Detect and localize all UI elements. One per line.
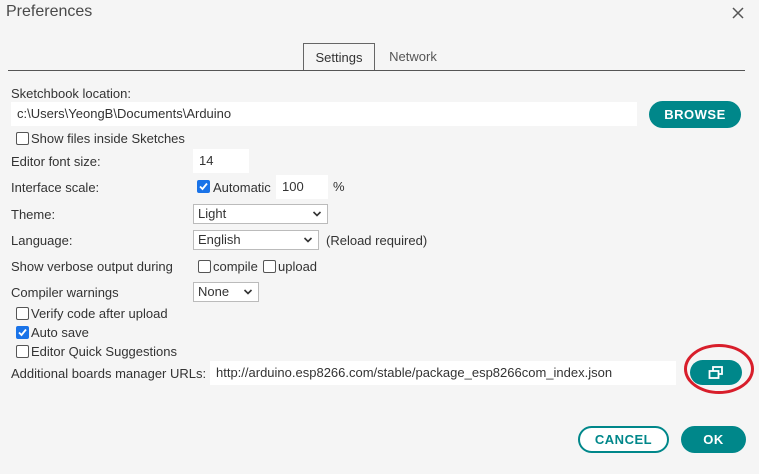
verbose-upload-checkbox[interactable] (263, 260, 276, 273)
sketchbook-location-input[interactable]: c:\Users\YeongB\Documents\Arduino (11, 102, 637, 126)
show-files-checkbox[interactable] (16, 132, 29, 145)
theme-select[interactable]: Light (193, 204, 328, 224)
close-icon (732, 7, 744, 19)
tab-network[interactable]: Network (378, 43, 448, 71)
editor-font-size-input[interactable]: 14 (193, 149, 249, 173)
interface-scale-input[interactable]: 100 (276, 175, 328, 199)
check-icon (199, 182, 208, 191)
highlight-ring (684, 344, 754, 394)
verbose-upload-label: upload (278, 259, 318, 274)
check-icon (18, 328, 27, 337)
boards-manager-urls-label: Additional boards manager URLs: (11, 366, 207, 381)
show-files-label: Show files inside Sketches (31, 131, 185, 146)
sketchbook-location-label: Sketchbook location: (11, 86, 131, 101)
chevron-down-icon (312, 211, 322, 217)
verbose-compile-label: compile (213, 259, 258, 274)
interface-scale-label: Interface scale: (11, 180, 100, 195)
close-button[interactable] (728, 3, 748, 23)
tab-settings[interactable]: Settings (303, 43, 375, 71)
chevron-down-icon (243, 289, 253, 295)
language-select[interactable]: English (193, 230, 319, 250)
tabs-divider (8, 70, 745, 71)
automatic-checkbox[interactable] (197, 180, 210, 193)
auto-save-label: Auto save (31, 325, 89, 340)
editor-font-size-label: Editor font size: (11, 154, 101, 169)
chevron-down-icon (303, 237, 313, 243)
verify-code-label: Verify code after upload (31, 306, 168, 321)
quick-suggestions-label: Editor Quick Suggestions (31, 344, 177, 359)
verify-code-checkbox[interactable] (16, 307, 29, 320)
automatic-label: Automatic (213, 180, 271, 195)
browse-button[interactable]: BROWSE (649, 101, 741, 128)
theme-label: Theme: (11, 207, 56, 222)
language-reload-note: (Reload required) (326, 233, 428, 248)
theme-select-value: Light (198, 206, 227, 221)
boards-manager-urls-input[interactable]: http://arduino.esp8266.com/stable/packag… (210, 361, 676, 385)
compiler-warnings-label: Compiler warnings (11, 285, 119, 300)
compiler-warnings-select[interactable]: None (193, 282, 259, 302)
compiler-warnings-value: None (198, 284, 230, 299)
quick-suggestions-checkbox[interactable] (16, 345, 29, 358)
cancel-button[interactable]: CANCEL (578, 426, 669, 453)
verbose-output-label: Show verbose output during (11, 259, 173, 274)
interface-scale-unit: % (333, 179, 345, 194)
ok-button[interactable]: OK (681, 426, 746, 453)
verbose-compile-checkbox[interactable] (198, 260, 211, 273)
auto-save-checkbox[interactable] (16, 326, 29, 339)
dialog-title: Preferences (6, 3, 93, 20)
language-label: Language: (11, 233, 73, 248)
language-select-value: English (198, 232, 241, 247)
